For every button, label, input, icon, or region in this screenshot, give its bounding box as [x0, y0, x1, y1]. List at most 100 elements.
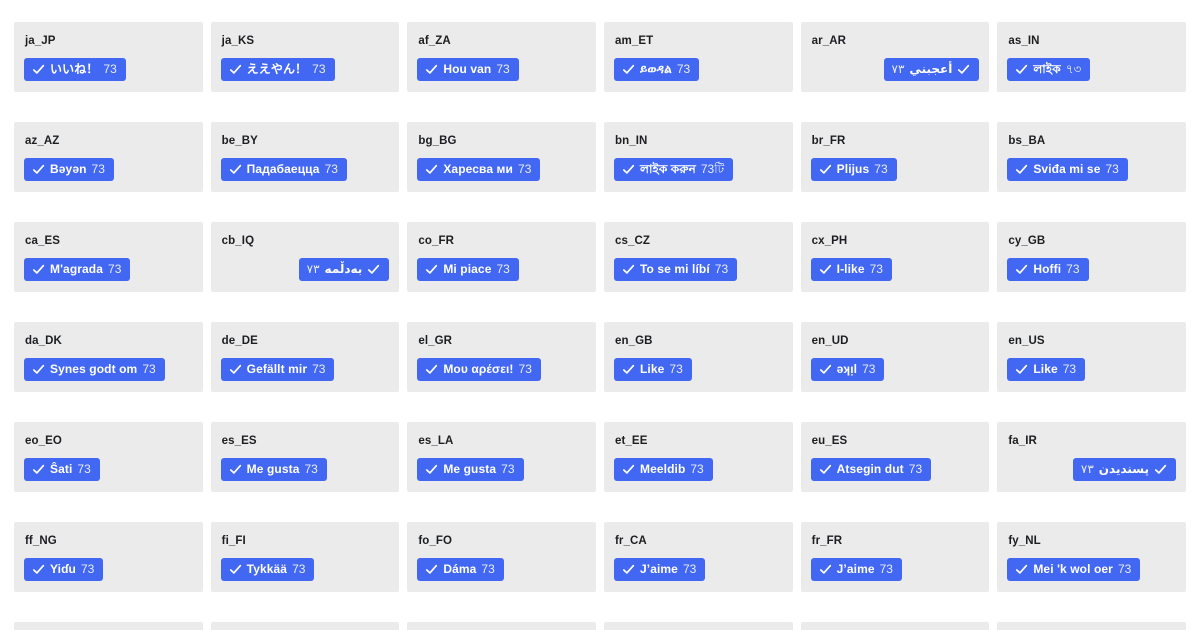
locale-card-cy_GB: cy_GB Hoffi 73	[997, 222, 1186, 292]
like-button-br_FR[interactable]: Plijus 73	[810, 158, 897, 181]
locale-card-bs_BA: bs_BA Sviđa mi se 73	[997, 122, 1186, 192]
locale-card-fa_IR: fa_IR پسندیدن ٧٣	[997, 422, 1186, 492]
like-button-af_ZA[interactable]: Hou van 73	[417, 58, 519, 81]
like-button-row: Like 73	[614, 358, 783, 381]
like-count: 73	[312, 362, 326, 376]
locale-code-label: af_ZA	[418, 35, 451, 47]
like-button-row: Μου αρέσει! 73	[417, 358, 586, 381]
like-button-label: Mei 'k wol oer	[1033, 562, 1113, 576]
locale-code-label: be_BY	[221, 135, 258, 147]
like-button-es_LA[interactable]: Me gusta 73	[417, 458, 524, 481]
like-button-ca_ES[interactable]: M'agrada 73	[24, 258, 131, 281]
like-button-row: Meeldib 73	[614, 458, 783, 481]
like-button-ja_KS[interactable]: ええやん！ 73	[220, 58, 335, 81]
like-count: 73	[481, 562, 495, 576]
like-button-label: Meeldib	[640, 462, 686, 476]
like-button-co_FR[interactable]: Mi piace 73	[417, 258, 519, 281]
locale-card-ga_IE: ga_IE Is maith liom é seo 73	[14, 622, 203, 630]
locale-card-ja_JP: ja_JP いいね！ 73	[14, 22, 203, 92]
like-button-en_US[interactable]: Like 73	[1007, 358, 1086, 381]
like-button-as_IN[interactable]: লাইক ৭৩	[1007, 58, 1091, 81]
like-button-en_UD[interactable]: ǝʞᴉl 73	[810, 358, 885, 381]
like-button-row: پسندیدن ٧٣	[1007, 458, 1176, 481]
like-button-row: Like 73	[1007, 358, 1176, 381]
like-button-cx_PH[interactable]: I-like 73	[810, 258, 892, 281]
like-button-label: Yiɗu	[50, 562, 76, 576]
locale-code-label: ca_ES	[25, 235, 61, 247]
like-button-cy_GB[interactable]: Hoffi 73	[1007, 258, 1089, 281]
like-button-ja_JP[interactable]: いいね！ 73	[24, 58, 126, 81]
like-button-fo_FO[interactable]: Dáma 73	[417, 558, 504, 581]
like-count: 73	[142, 362, 156, 376]
like-button-es_ES[interactable]: Me gusta 73	[220, 458, 327, 481]
locale-card-fy_NL: fy_NL Mei 'k wol oer 73	[997, 522, 1186, 592]
like-button-fa_IR[interactable]: پسندیدن ٧٣	[1072, 458, 1176, 481]
like-button-bn_IN[interactable]: লাইক করুন 73টি	[614, 158, 734, 181]
locale-code-label: am_ET	[615, 35, 654, 47]
like-button-fy_NL[interactable]: Mei 'k wol oer 73	[1007, 558, 1141, 581]
like-button-eu_ES[interactable]: Atsegin dut 73	[810, 458, 932, 481]
check-icon	[622, 263, 635, 276]
like-button-row: ይወዳል 73	[614, 58, 783, 81]
like-button-eo_EO[interactable]: Ŝati 73	[24, 458, 100, 481]
locale-card-cs_CZ: cs_CZ To se mi líbí 73	[604, 222, 793, 292]
like-button-fi_FI[interactable]: Tykkää 73	[220, 558, 315, 581]
check-icon	[32, 363, 45, 376]
like-button-label: Synes godt om	[50, 362, 138, 376]
like-button-cb_IQ[interactable]: بەدڵمە ٧٣	[298, 258, 390, 281]
like-button-fr_FR[interactable]: J’aime 73	[810, 558, 902, 581]
like-button-da_DK[interactable]: Synes godt om 73	[24, 358, 165, 381]
like-count: 73	[103, 62, 117, 76]
like-button-row: Харесва ми 73	[417, 158, 586, 181]
like-button-el_GR[interactable]: Μου αρέσει! 73	[417, 358, 541, 381]
like-count: 73	[1062, 362, 1077, 376]
locale-code-label: fa_IR	[1008, 435, 1037, 447]
check-icon	[1154, 463, 1167, 476]
locale-card-cb_IQ: cb_IQ بەدڵمە ٧٣	[210, 222, 400, 292]
like-button-ff_NG[interactable]: Yiɗu 73	[24, 558, 104, 581]
locale-card-be_BY: be_BY Падабаецца 73	[210, 122, 400, 192]
check-icon	[622, 563, 635, 576]
locale-card-es_LA: es_LA Me gusta 73	[407, 422, 596, 492]
like-button-row: লাইক ৭৩	[1007, 58, 1176, 81]
like-button-fr_CA[interactable]: J’aime 73	[614, 558, 706, 581]
like-button-row: いいね！ 73	[24, 58, 193, 81]
like-button-en_GB[interactable]: Like 73	[614, 358, 692, 381]
check-icon	[1015, 163, 1028, 176]
like-button-row: Mei 'k wol oer 73	[1007, 558, 1176, 581]
check-icon	[819, 163, 832, 176]
like-button-label: Hou van	[443, 62, 492, 76]
like-button-ar_AR[interactable]: أعجبني ٧٣	[883, 58, 980, 81]
locale-card-de_DE: de_DE Gefällt mir 73	[210, 322, 400, 392]
locale-card-et_EE: et_EE Meeldib 73	[604, 422, 793, 492]
check-icon	[229, 163, 242, 176]
like-button-row: To se mi líbí 73	[614, 258, 783, 281]
locale-card-ff_NG: ff_NG Yiɗu 73	[14, 522, 203, 592]
locale-code-label: eu_ES	[811, 435, 848, 447]
like-button-am_ET[interactable]: ይወዳል 73	[614, 58, 700, 81]
locale-card-cx_PH: cx_PH I-like 73	[800, 222, 990, 292]
like-button-bs_BA[interactable]: Sviđa mi se 73	[1007, 158, 1128, 181]
check-icon	[819, 463, 832, 476]
like-button-et_EE[interactable]: Meeldib 73	[614, 458, 713, 481]
like-button-cs_CZ[interactable]: To se mi líbí 73	[614, 258, 738, 281]
like-button-de_DE[interactable]: Gefällt mir 73	[220, 358, 335, 381]
like-button-be_BY[interactable]: Падабаецца 73	[220, 158, 347, 181]
like-button-bg_BG[interactable]: Харесва ми 73	[417, 158, 541, 181]
like-count: 73	[324, 162, 338, 176]
like-button-label: M'agrada	[50, 262, 104, 276]
check-icon	[32, 463, 45, 476]
locale-code-label: ja_JP	[25, 35, 56, 47]
locale-code-label: en_UD	[811, 335, 849, 347]
like-button-row: أعجبني ٧٣	[811, 58, 980, 81]
like-count: 73	[312, 62, 326, 76]
like-button-label: Like	[640, 362, 665, 376]
like-count: 73	[879, 562, 893, 576]
like-button-label: I-like	[836, 262, 865, 276]
like-count: ৭৩	[1065, 62, 1082, 76]
check-icon	[32, 163, 45, 176]
locale-code-label: br_FR	[811, 135, 846, 147]
locale-code-label: cx_PH	[811, 235, 848, 247]
locale-card-az_AZ: az_AZ Bəyən 73	[14, 122, 203, 192]
like-button-az_AZ[interactable]: Bəyən 73	[24, 158, 114, 181]
